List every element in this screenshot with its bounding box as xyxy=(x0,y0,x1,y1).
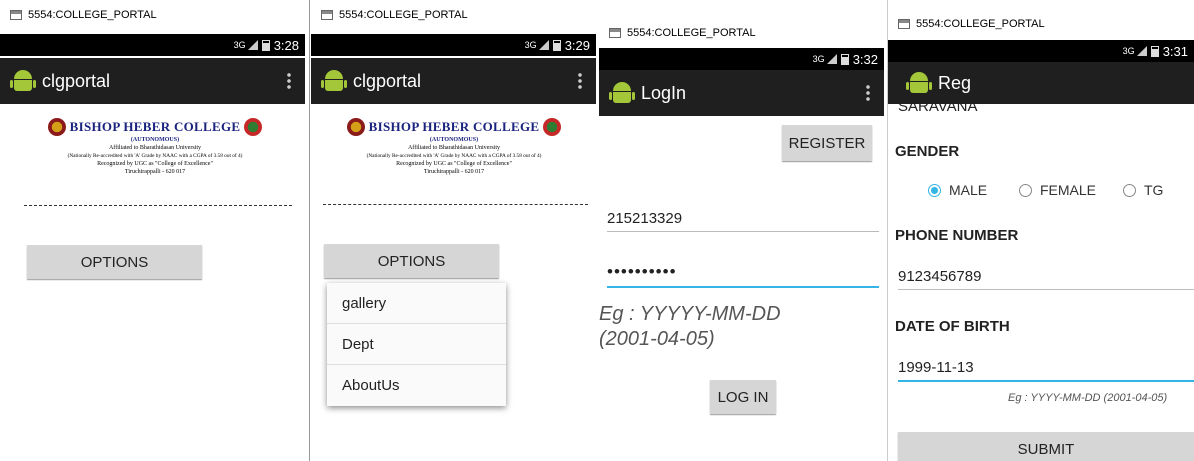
college-seal-icon xyxy=(244,118,263,137)
affiliation-text: Affiliated to Bharathidasan University xyxy=(108,145,202,152)
signal-icon xyxy=(538,40,549,50)
window-icon xyxy=(10,10,22,20)
android-icon xyxy=(10,70,36,92)
accreditation-text: (Nationally Re-accredited with 'A' Grade… xyxy=(67,153,243,160)
address-text: Tiruchirappalli - 620 017 xyxy=(124,169,186,176)
recognition-text: Recognized by UGC as "College of Excelle… xyxy=(97,161,213,168)
gender-radio-tg[interactable]: TG xyxy=(1123,182,1163,198)
window-title: 5554:COLLEGE_PORTAL xyxy=(916,18,1045,30)
radio-selected-icon xyxy=(928,183,941,197)
gender-option-label: MALE xyxy=(949,182,988,198)
gender-option-label: TG xyxy=(1144,182,1164,198)
network-type: 3G xyxy=(1122,46,1135,56)
date-format-hint: Eg : YYYYY-MM-DD (2001-04-05) xyxy=(599,303,781,350)
action-bar: Reg xyxy=(888,62,1194,104)
dob-format-hint: Eg : YYYY-MM-DD (2001-04-05) xyxy=(1008,392,1168,404)
status-bar: 3G 3:31 xyxy=(888,40,1194,62)
affiliation-text: Affiliated to Bharathidasan University xyxy=(407,145,501,152)
clock: 3:28 xyxy=(273,37,299,53)
overflow-menu-icon[interactable] xyxy=(287,72,291,90)
android-icon xyxy=(906,72,932,94)
divider-line xyxy=(24,205,292,206)
screen-home-menu: 5554:COLLEGE_PORTAL 3G 3:29 clgportal BI… xyxy=(311,0,596,461)
android-icon xyxy=(609,82,635,104)
username-field[interactable]: 215213329 xyxy=(607,210,879,232)
network-type: 3G xyxy=(524,40,537,50)
clock: 3:32 xyxy=(852,51,878,67)
menu-item-gallery[interactable]: gallery xyxy=(327,283,506,324)
college-name: BISHOP HEBER COLLEGE xyxy=(69,119,241,134)
college-crest-icon xyxy=(47,118,66,137)
battery-icon xyxy=(840,53,849,65)
dob-label: DATE OF BIRTH xyxy=(895,318,1010,335)
overflow-menu-icon[interactable] xyxy=(866,84,870,102)
battery-icon xyxy=(261,39,270,51)
window-title-bar: 5554:COLLEGE_PORTAL xyxy=(888,12,1194,36)
window-title: 5554:COLLEGE_PORTAL xyxy=(627,27,756,39)
status-bar: 3G 3:29 xyxy=(311,34,596,56)
accreditation-text: (Nationally Re-accredited with 'A' Grade… xyxy=(366,153,542,160)
gender-label: GENDER xyxy=(895,143,960,160)
window-title: 5554:COLLEGE_PORTAL xyxy=(339,9,468,21)
options-popup-menu: gallery Dept AboutUs xyxy=(327,283,506,406)
window-icon xyxy=(609,28,621,38)
dob-field[interactable]: 1999-11-13 xyxy=(898,359,1194,382)
phone-field[interactable]: 9123456789 xyxy=(898,268,1194,290)
college-header: BISHOP HEBER COLLEGE (AUTONOMOUS) Affili… xyxy=(20,118,290,176)
overflow-menu-icon[interactable] xyxy=(578,72,582,90)
gender-option-label: FEMALE xyxy=(1040,182,1097,198)
app-title: clgportal xyxy=(353,70,422,91)
clock: 3:29 xyxy=(564,37,590,53)
menu-item-dept[interactable]: Dept xyxy=(327,324,506,365)
app-title: LogIn xyxy=(641,82,687,103)
menu-item-aboutus[interactable]: AboutUs xyxy=(327,365,506,406)
autonomous-text: (AUTONOMOUS) xyxy=(429,137,479,144)
action-bar: clgportal xyxy=(0,58,305,104)
login-button[interactable]: LOG IN xyxy=(710,380,776,414)
app-title: clgportal xyxy=(42,70,111,91)
college-crest-icon xyxy=(346,118,365,137)
autonomous-text: (AUTONOMOUS) xyxy=(130,137,180,144)
recognition-text: Recognized by UGC as "College of Excelle… xyxy=(396,161,512,168)
radio-unselected-icon xyxy=(1123,183,1136,197)
status-bar: 3G 3:32 xyxy=(599,48,884,70)
window-icon xyxy=(898,19,910,29)
college-header: BISHOP HEBER COLLEGE (AUTONOMOUS) Affili… xyxy=(319,118,589,176)
action-bar: clgportal xyxy=(311,58,596,104)
gender-radio-female[interactable]: FEMALE xyxy=(1019,182,1096,198)
options-button[interactable]: OPTIONS xyxy=(27,245,202,279)
phone-label: PHONE NUMBER xyxy=(895,227,1019,244)
window-title-bar: 5554:COLLEGE_PORTAL xyxy=(0,0,305,30)
window-title-bar: 5554:COLLEGE_PORTAL xyxy=(311,0,596,30)
submit-button[interactable]: SUBMIT xyxy=(898,432,1194,461)
college-name: BISHOP HEBER COLLEGE xyxy=(368,119,540,134)
status-bar: 3G 3:28 xyxy=(0,34,305,56)
screen-login: 5554:COLLEGE_PORTAL 3G 3:32 LogIn REGIST… xyxy=(599,0,884,461)
panel-divider xyxy=(309,0,310,461)
action-bar: LogIn xyxy=(599,70,884,116)
battery-icon xyxy=(1150,45,1159,57)
college-seal-icon xyxy=(543,118,562,137)
window-title-bar: 5554:COLLEGE_PORTAL xyxy=(599,20,884,46)
radio-unselected-icon xyxy=(1019,183,1032,197)
options-button[interactable]: OPTIONS xyxy=(324,244,499,278)
network-type: 3G xyxy=(233,40,246,50)
network-type: 3G xyxy=(812,54,825,64)
gender-radio-male[interactable]: MALE xyxy=(928,182,987,198)
clock: 3:31 xyxy=(1162,43,1188,59)
window-title: 5554:COLLEGE_PORTAL xyxy=(28,9,157,21)
password-field[interactable]: •••••••••• xyxy=(607,262,879,288)
register-button[interactable]: REGISTER xyxy=(782,125,872,161)
signal-icon xyxy=(1136,46,1147,56)
window-icon xyxy=(321,10,333,20)
divider-line xyxy=(323,204,588,205)
signal-icon xyxy=(247,40,258,50)
address-text: Tiruchirappalli - 620 017 xyxy=(423,169,485,176)
battery-icon xyxy=(552,39,561,51)
screen-home: 5554:COLLEGE_PORTAL 3G 3:28 clgportal BI… xyxy=(0,0,305,461)
screen-registration: 5554:COLLEGE_PORTAL 3G 3:31 SARAVANA Reg… xyxy=(888,0,1194,461)
app-title: Reg xyxy=(938,72,972,93)
android-icon xyxy=(321,70,347,92)
signal-icon xyxy=(826,54,837,64)
